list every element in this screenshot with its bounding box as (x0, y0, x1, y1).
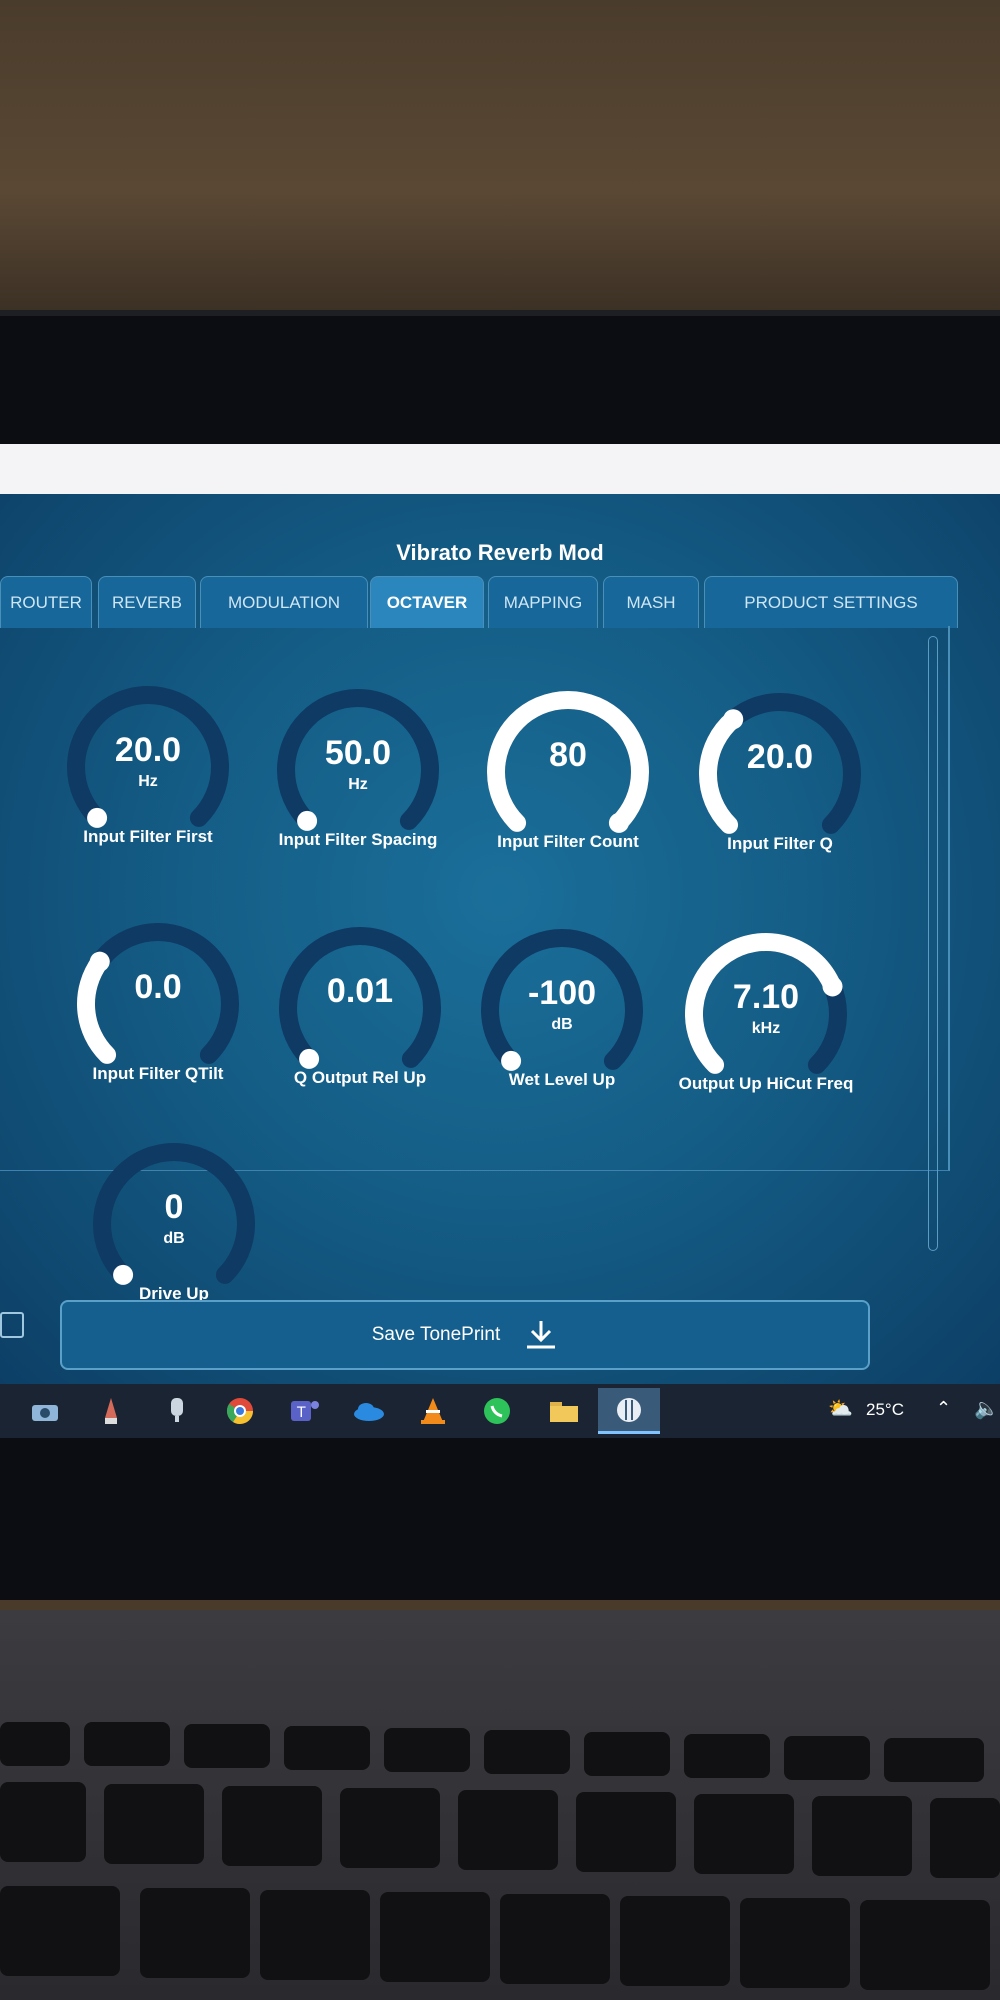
keyboard-key (84, 1722, 170, 1766)
knob-input-filter-qtilt[interactable]: 0.0 Input Filter QTilt (68, 914, 268, 1114)
teams-icon[interactable]: T (286, 1392, 324, 1430)
keyboard-key (484, 1730, 570, 1774)
weather-icon[interactable]: ⛅ (828, 1396, 853, 1421)
camera-icon[interactable] (26, 1392, 64, 1430)
knob-value: 7.10 (732, 978, 800, 1016)
svg-text:T: T (296, 1405, 306, 1421)
knob-unit: kHz (751, 1020, 781, 1037)
taskbar: T ⛅ 25°C ⌃ 🔈 (0, 1384, 1000, 1438)
pen-icon[interactable] (92, 1392, 130, 1430)
knob-label: Output Up HiCut Freq (678, 1074, 854, 1093)
keyboard-key (380, 1892, 490, 1982)
keyboard-key (576, 1792, 676, 1872)
knob-input-filter-spacing[interactable]: 50.0 Hz Input Filter Spacing (268, 680, 468, 880)
knob-value: 20.0 (746, 738, 814, 776)
keyboard-key (812, 1796, 912, 1876)
knob-input-filter-first[interactable]: 20.0 Hz Input Filter First (58, 677, 258, 877)
speaker-icon[interactable]: 🔈 (974, 1396, 999, 1421)
keyboard-key (694, 1794, 794, 1874)
keyboard-key (140, 1888, 250, 1978)
keyboard-key (584, 1732, 670, 1776)
tc-app-icon[interactable] (598, 1388, 660, 1434)
chrome-icon[interactable] (221, 1392, 259, 1430)
knob-handle[interactable] (608, 812, 629, 833)
knob-unit: dB (163, 1230, 185, 1247)
knob-label: Wet Level Up (508, 1070, 616, 1089)
knob-wet-level-up[interactable]: -100 dB Wet Level Up (472, 920, 672, 1120)
knob-value: 0 (164, 1188, 184, 1226)
keyboard-key (222, 1786, 322, 1866)
tab-reverb[interactable]: REVERB (98, 576, 196, 628)
laptop-keyboard (0, 1610, 1000, 2000)
background-wall (0, 0, 1000, 320)
onedrive-icon[interactable] (350, 1392, 388, 1430)
knob-value: 80 (549, 736, 587, 774)
folder-icon[interactable] (545, 1392, 583, 1430)
knob-handle[interactable] (87, 807, 108, 828)
microphone-icon[interactable] (158, 1392, 196, 1430)
tab-router[interactable]: ROUTER (0, 576, 92, 628)
keyboard-key (930, 1798, 1000, 1878)
keyboard-key (860, 1900, 990, 1990)
tab-octaver[interactable]: OCTAVER (370, 576, 484, 628)
knob-label: Input Filter First (83, 827, 213, 846)
knob-value: 0.01 (326, 972, 394, 1010)
keyboard-key (884, 1738, 984, 1782)
knob-input-filter-q[interactable]: 20.0 Input Filter Q (690, 684, 890, 884)
keyboard-key (0, 1722, 70, 1766)
knob-label: Input Filter Q (727, 834, 833, 853)
knob-value: 0.0 (134, 968, 182, 1006)
knob-output-up-hicut-freq[interactable]: 7.10 kHz Output Up HiCut Freq (676, 924, 876, 1124)
tab-mapping[interactable]: MAPPING (488, 576, 598, 628)
knob-unit: dB (551, 1016, 573, 1033)
knob-handle[interactable] (501, 1050, 522, 1071)
keyboard-key (0, 1886, 120, 1976)
keyboard-key (620, 1896, 730, 1986)
download-icon (527, 1321, 556, 1349)
app-window: Vibrato Reverb Mod ROUTER REVERB MODULAT… (0, 494, 1000, 1384)
keyboard-icon[interactable] (0, 1312, 24, 1338)
vlc-icon[interactable] (414, 1392, 452, 1430)
knob-handle[interactable] (297, 810, 318, 831)
knob-label: Input Filter Spacing (278, 830, 438, 849)
whatsapp-icon[interactable] (478, 1392, 516, 1430)
save-label: Save TonePrint (371, 1324, 501, 1345)
knob-q-output-rel-up[interactable]: 0.01 Q Output Rel Up (270, 918, 470, 1118)
keyboard-key (384, 1728, 470, 1772)
knob-unit: Hz (348, 776, 368, 793)
knob-value: -100 (527, 974, 597, 1012)
knob-handle[interactable] (113, 1264, 134, 1285)
keyboard-key (740, 1898, 850, 1988)
knob-unit: Hz (138, 773, 158, 790)
keyboard-key (458, 1790, 558, 1870)
keyboard-key (284, 1726, 370, 1770)
knob-label: Input Filter Count (497, 832, 639, 851)
keyboard-key (184, 1724, 270, 1768)
keyboard-key (684, 1734, 770, 1778)
save-toneprint-button[interactable]: Save TonePrint (60, 1300, 870, 1370)
keyboard-key (104, 1784, 204, 1864)
knob-label: Input Filter QTilt (92, 1064, 224, 1083)
weather-temperature[interactable]: 25°C (866, 1400, 904, 1420)
knob-handle[interactable] (723, 709, 744, 730)
knob-value: 50.0 (324, 734, 392, 772)
knob-handle[interactable] (299, 1048, 320, 1069)
tab-mash[interactable]: MASH (603, 576, 699, 628)
scrollbar[interactable] (928, 636, 938, 1251)
knob-value: 20.0 (114, 731, 182, 769)
keyboard-key (260, 1890, 370, 1980)
knob-label: Q Output Rel Up (293, 1068, 427, 1087)
tab-bar: ROUTER REVERB MODULATION OCTAVER MAPPING… (0, 576, 1000, 628)
keyboard-key (340, 1788, 440, 1868)
keyboard-key (0, 1782, 86, 1862)
window-titlebar (0, 444, 1000, 494)
tab-product-settings[interactable]: PRODUCT SETTINGS (704, 576, 958, 628)
tab-modulation[interactable]: MODULATION (200, 576, 368, 628)
knob-input-filter-count[interactable]: 80 Input Filter Count (478, 682, 678, 882)
app-title: Vibrato Reverb Mod (396, 540, 604, 565)
keyboard-key (500, 1894, 610, 1984)
chevron-up-icon[interactable]: ⌃ (936, 1398, 951, 1419)
keyboard-key (784, 1736, 870, 1780)
